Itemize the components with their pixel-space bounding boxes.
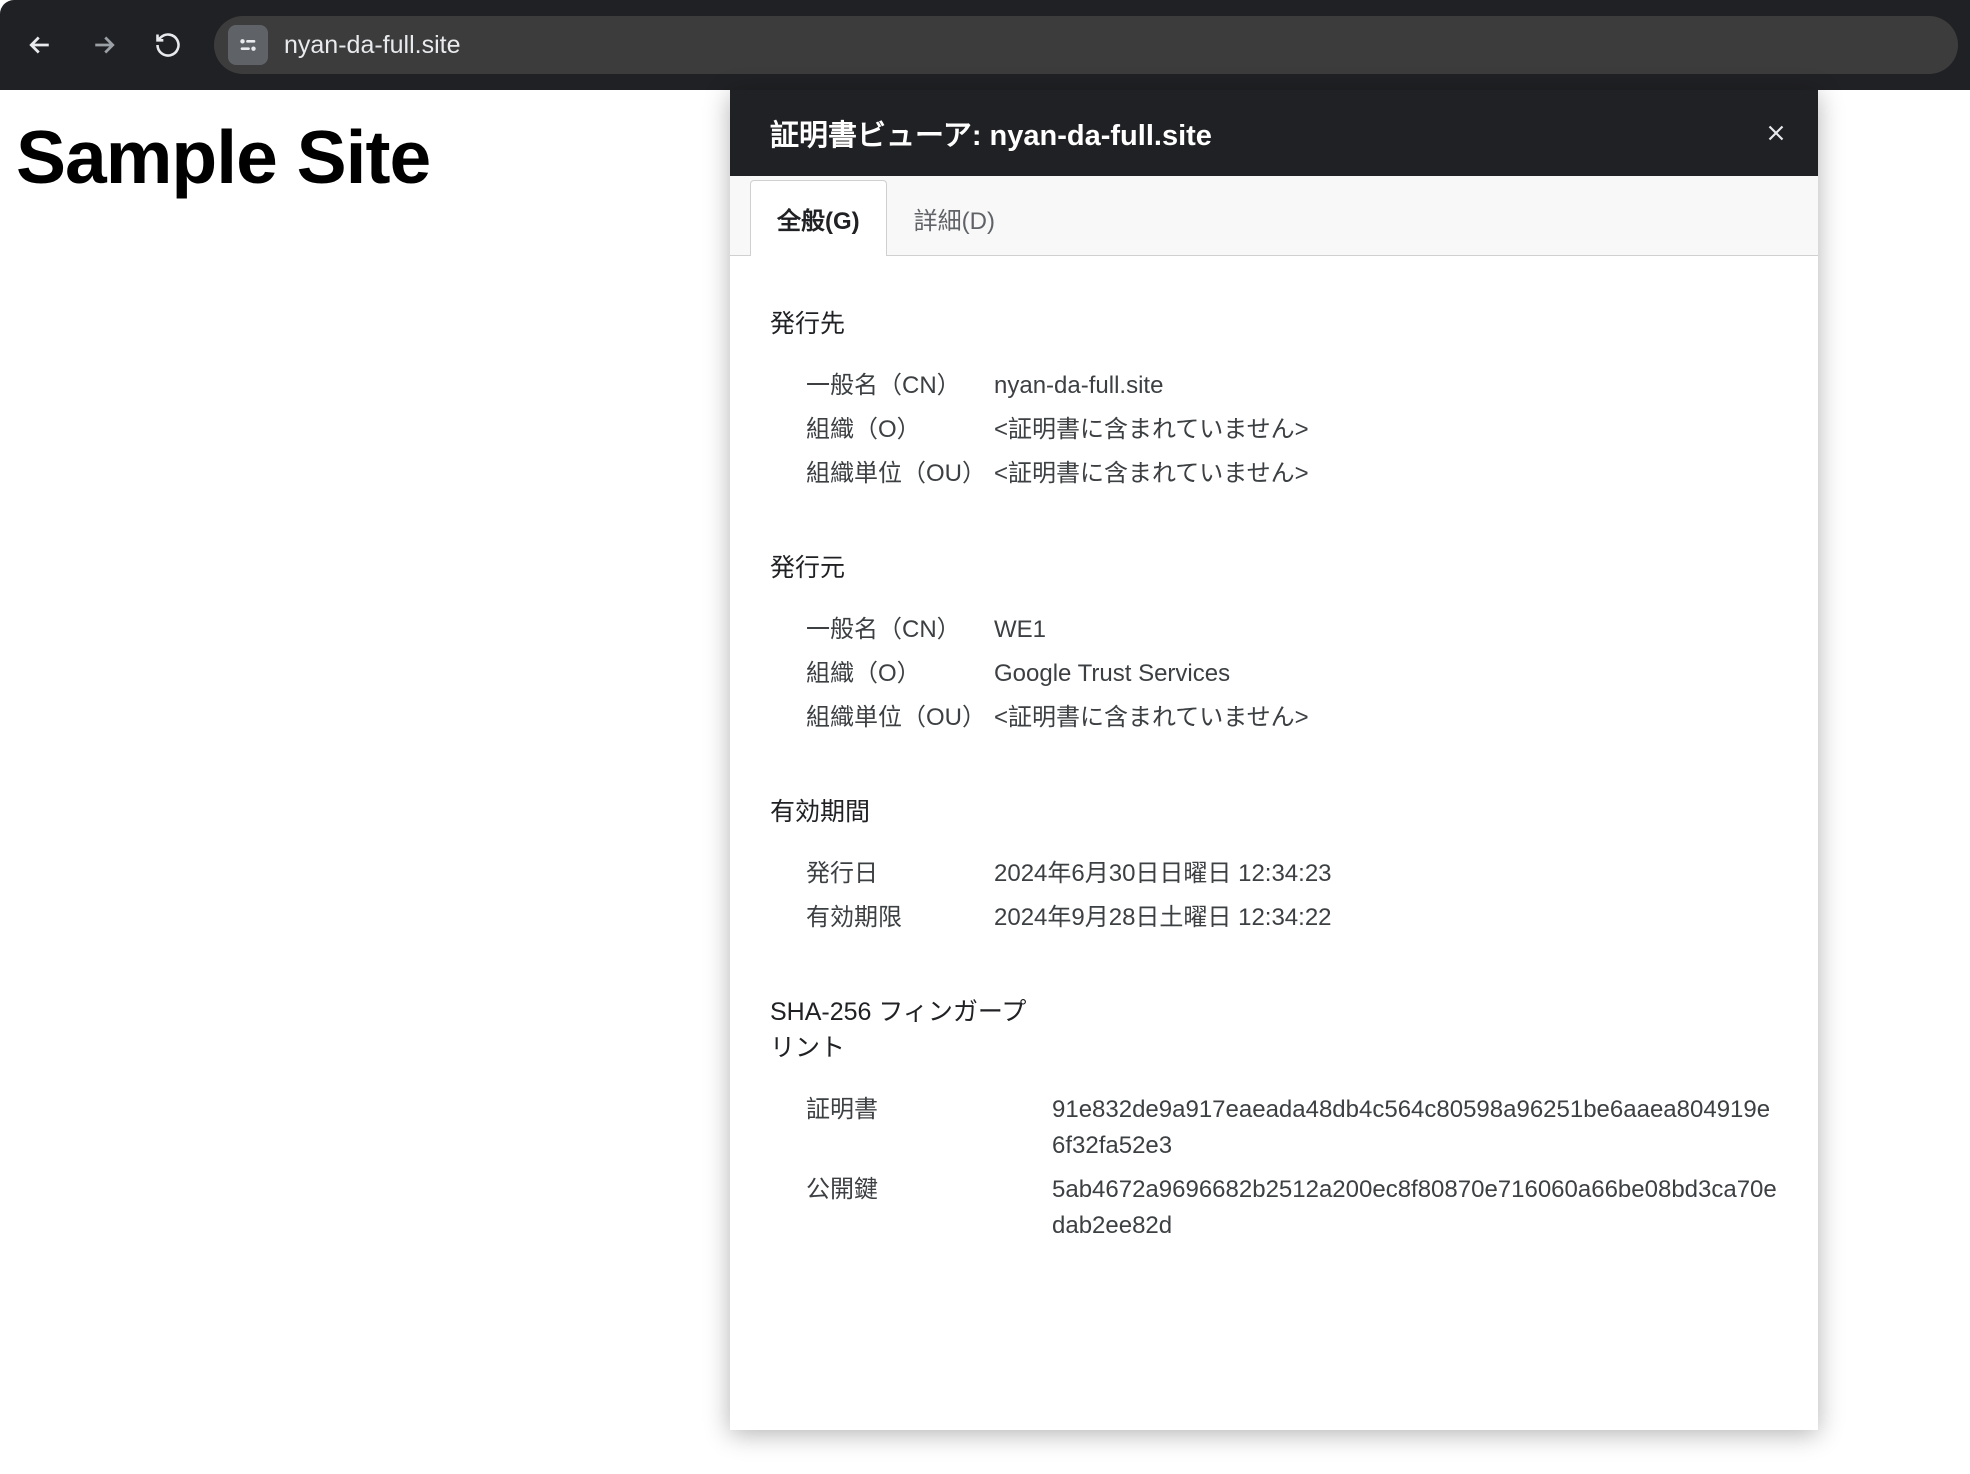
reload-button[interactable] — [140, 17, 196, 73]
cert-fingerprint-row: 証明書 91e832de9a917eaeada48db4c564c80598a9… — [770, 1092, 1778, 1164]
dialog-header: 証明書ビューア: nyan-da-full.site — [730, 90, 1818, 176]
fingerprints-section: SHA-256 フィンガープリント 証明書 91e832de9a917eaead… — [770, 992, 1778, 1244]
back-button[interactable] — [12, 17, 68, 73]
field-label: 一般名（CN） — [806, 612, 994, 648]
field-label: 有効期限 — [806, 900, 994, 936]
forward-button[interactable] — [76, 17, 132, 73]
fingerprints-heading: SHA-256 フィンガープリント — [770, 992, 1050, 1064]
field-value: WE1 — [994, 612, 1046, 648]
issued-to-section: 発行先 一般名（CN） nyan-da-full.site 組織（O） <証明書… — [770, 304, 1778, 492]
field-label: 組織単位（OU） — [806, 456, 994, 492]
field-value: 2024年9月28日土曜日 12:34:22 — [994, 900, 1332, 936]
issued-by-o-row: 組織（O） Google Trust Services — [770, 656, 1778, 692]
field-value: nyan-da-full.site — [994, 368, 1163, 404]
validity-section: 有効期間 発行日 2024年6月30日日曜日 12:34:23 有効期限 202… — [770, 792, 1778, 936]
field-label: 組織（O） — [806, 412, 994, 448]
issued-by-cn-row: 一般名（CN） WE1 — [770, 612, 1778, 648]
address-bar[interactable]: nyan-da-full.site — [214, 16, 1958, 74]
key-fingerprint-row: 公開鍵 5ab4672a9696682b2512a200ec8f80870e71… — [770, 1172, 1778, 1244]
browser-toolbar: nyan-da-full.site — [0, 0, 1970, 90]
field-value: 2024年6月30日日曜日 12:34:23 — [994, 856, 1332, 892]
issued-to-o-row: 組織（O） <証明書に含まれていません> — [770, 412, 1778, 448]
field-label: 証明書 — [806, 1092, 1052, 1164]
field-label: 公開鍵 — [806, 1172, 1052, 1244]
field-value: 5ab4672a9696682b2512a200ec8f80870e716060… — [1052, 1172, 1778, 1244]
field-label: 組織（O） — [806, 656, 994, 692]
site-controls-icon[interactable] — [228, 25, 268, 65]
close-button[interactable] — [1758, 115, 1794, 151]
expires-on-row: 有効期限 2024年9月28日土曜日 12:34:22 — [770, 900, 1778, 936]
field-value: <証明書に含まれていません> — [994, 700, 1309, 736]
tab-details[interactable]: 詳細(D) — [887, 180, 1022, 256]
issued-to-ou-row: 組織単位（OU） <証明書に含まれていません> — [770, 456, 1778, 492]
issued-on-row: 発行日 2024年6月30日日曜日 12:34:23 — [770, 856, 1778, 892]
issued-by-ou-row: 組織単位（OU） <証明書に含まれていません> — [770, 700, 1778, 736]
url-text: nyan-da-full.site — [284, 31, 460, 60]
issued-to-cn-row: 一般名（CN） nyan-da-full.site — [770, 368, 1778, 404]
field-label: 発行日 — [806, 856, 994, 892]
field-value: Google Trust Services — [994, 656, 1230, 692]
certificate-viewer-dialog: 証明書ビューア: nyan-da-full.site 全般(G) 詳細(D) 発… — [730, 90, 1818, 1430]
field-label: 一般名（CN） — [806, 368, 994, 404]
validity-heading: 有効期間 — [770, 792, 1778, 828]
field-value: <証明書に含まれていません> — [994, 412, 1309, 448]
dialog-tabs: 全般(G) 詳細(D) — [730, 176, 1818, 256]
tab-general[interactable]: 全般(G) — [750, 180, 887, 256]
issued-by-heading: 発行元 — [770, 548, 1778, 584]
issued-by-section: 発行元 一般名（CN） WE1 組織（O） Google Trust Servi… — [770, 548, 1778, 736]
field-value: <証明書に含まれていません> — [994, 456, 1309, 492]
issued-to-heading: 発行先 — [770, 304, 1778, 340]
dialog-body: 発行先 一般名（CN） nyan-da-full.site 組織（O） <証明書… — [730, 256, 1818, 1430]
page-content: Sample Site 証明書ビューア: nyan-da-full.site 全… — [0, 90, 1970, 1474]
field-label: 組織単位（OU） — [806, 700, 994, 736]
dialog-title: 証明書ビューア: nyan-da-full.site — [770, 112, 1212, 154]
field-value: 91e832de9a917eaeada48db4c564c80598a96251… — [1052, 1092, 1778, 1164]
